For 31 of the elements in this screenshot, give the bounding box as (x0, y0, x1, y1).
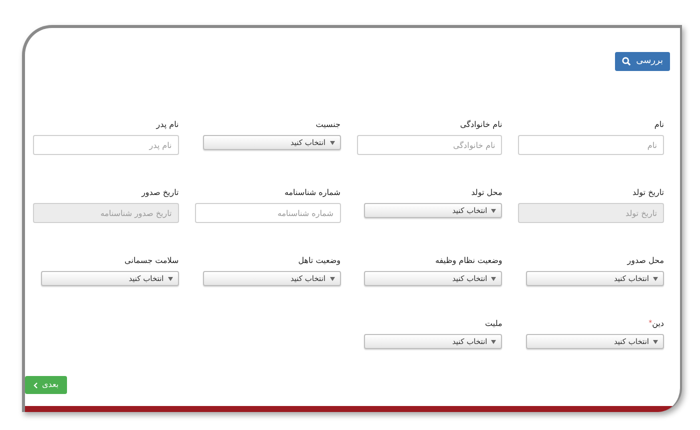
caret-down-icon (168, 276, 173, 280)
field-label: محل تولد (471, 187, 502, 199)
field-label: وضعیت نظام وظیفه (435, 255, 502, 267)
input-field[interactable]: نام خانوادگی (356, 135, 502, 155)
field-label: وضعیت تاهل (298, 255, 340, 267)
field-label: تاریخ تولد (632, 187, 664, 199)
date-field[interactable]: تاریخ صدور شناسنامه (33, 203, 179, 223)
field-label: نام (654, 119, 664, 131)
input-field[interactable]: شماره شناسنامه (194, 203, 340, 223)
caret-down-icon (653, 276, 658, 280)
field-label: محل صدور (627, 255, 664, 267)
search-icon (622, 57, 632, 66)
chevron-left-icon (33, 382, 38, 388)
caret-down-icon (330, 140, 334, 144)
field-label: شماره شناسنامه (284, 187, 340, 199)
caret-down-icon (330, 276, 334, 280)
date-field[interactable]: تاریخ تولد (518, 203, 664, 223)
caret-down-icon (491, 276, 496, 280)
field-label: نام پدر (156, 119, 179, 131)
caret-down-icon (653, 340, 658, 344)
field-label: دین (652, 318, 664, 330)
caret-down-icon (491, 208, 496, 212)
caret-down-icon (491, 340, 496, 344)
field-label: نام خانوادگی (460, 119, 502, 131)
search-button[interactable]: بررسی (615, 52, 670, 71)
input-field[interactable]: نام پدر (33, 135, 179, 155)
field-label: سلامت جسمانی (124, 255, 179, 267)
field-label: جنسیت (316, 119, 340, 131)
input-field[interactable]: نام (518, 135, 664, 155)
field-label: تاریخ صدور (142, 187, 179, 199)
field-label: ملیت (485, 318, 502, 330)
